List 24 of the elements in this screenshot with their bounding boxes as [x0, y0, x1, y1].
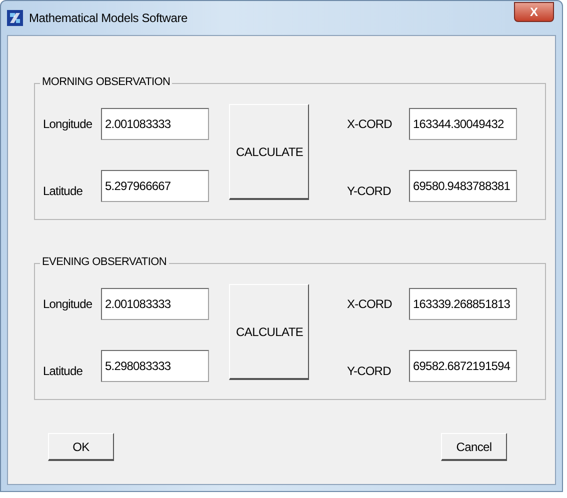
longitude-label: Longitude — [43, 297, 94, 311]
x-cord-label: X-CORD — [346, 117, 393, 131]
longitude-field[interactable]: 2.001083333 — [101, 288, 209, 320]
calculate-button[interactable]: CALCULATE — [229, 104, 309, 200]
window-title: Mathematical Models Software — [29, 11, 188, 25]
y-cord-field[interactable]: 69582.6872191594 — [409, 350, 517, 382]
y-cord-label: Y-CORD — [346, 184, 392, 198]
latitude-label: Latitude — [43, 184, 84, 198]
group-title: MORNING OBSERVATION — [40, 76, 172, 88]
latitude-label: Latitude — [43, 364, 84, 378]
calculate-button[interactable]: CALCULATE — [229, 284, 309, 380]
x-cord-field[interactable]: 163344.30049432 — [409, 108, 517, 140]
y-cord-label: Y-CORD — [346, 364, 392, 378]
y-cord-field[interactable]: 69580.9483788381 — [409, 170, 517, 202]
ok-button[interactable]: OK — [48, 433, 114, 461]
cancel-button[interactable]: Cancel — [441, 433, 507, 461]
longitude-label: Longitude — [43, 117, 94, 131]
longitude-field[interactable]: 2.001083333 — [101, 108, 209, 140]
x-cord-label: X-CORD — [346, 297, 393, 311]
group-title: EVENING OBSERVATION — [40, 256, 168, 268]
latitude-field[interactable]: 5.298083333 — [101, 350, 209, 382]
x-cord-field[interactable]: 163339.268851813 — [409, 288, 517, 320]
latitude-field[interactable]: 5.297966667 — [101, 170, 209, 202]
app-icon — [7, 10, 23, 26]
